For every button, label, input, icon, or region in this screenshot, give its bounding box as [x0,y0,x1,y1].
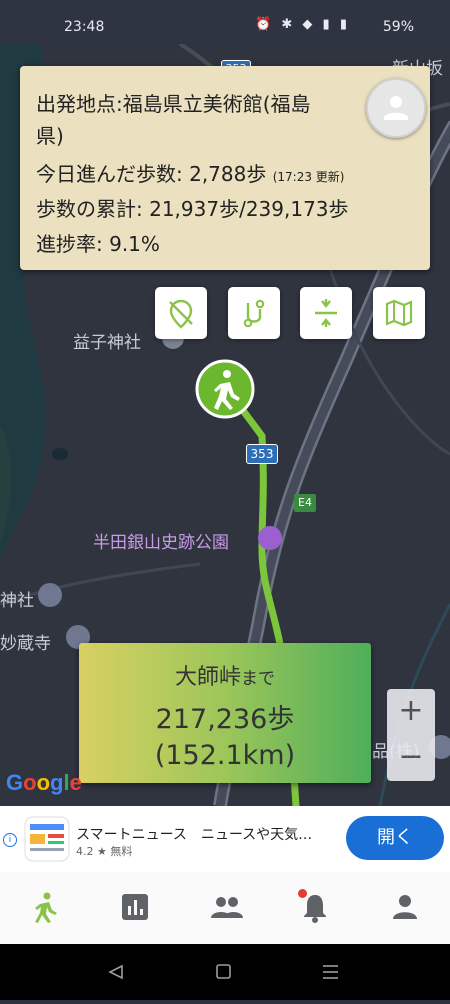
map-label-myozoji: 妙蔵寺 [0,634,51,654]
today-steps: 今日進んだ歩数: 2,788歩 (17:23 更新) [36,162,345,186]
ad-open-button[interactable]: 開く [346,816,444,860]
nav-friends[interactable] [195,872,255,944]
route-button[interactable] [228,287,280,339]
destination-card: 大師峠まで 217,236歩 (152.1km) [79,643,371,783]
progress-rate: 進捗率: 9.1% [36,232,160,256]
smartnews-app-icon [24,816,70,862]
total-steps: 歩数の累計: 21,937歩/239,173歩 [36,197,349,221]
person-icon [384,96,408,120]
map-label-handa-park: 半田銀山史跡公園 [93,533,229,553]
location-off-icon [169,299,193,329]
remaining-distance: (152.1km) [154,740,296,771]
hide-location-button[interactable] [155,287,207,339]
nav-stats[interactable] [105,872,165,944]
destination-name: 大師峠まで [174,665,275,690]
home-icon [216,964,231,979]
zoom-in-button[interactable]: + [387,689,435,735]
battery-level: 59% [382,19,414,35]
e4-shield: E4 [294,494,316,512]
status-time: 23:48 [64,19,105,35]
ad-info-icon[interactable]: i [3,833,17,847]
system-navigation-bar [0,944,450,1000]
ad-title: スマートニュース ニュースや天気… [76,827,313,843]
nav-walk[interactable] [15,872,75,944]
map-label-mashiko-shrine: 益子神社 [73,333,141,353]
origin-label: 出発地点:福島県立美術館(福島 [36,92,311,116]
nav-profile[interactable] [375,872,435,944]
updated-time: (17:23 更新) [272,170,345,184]
back-icon [108,964,123,980]
ad-rating: 4.2 ★ 無料 [76,845,133,858]
map-icon [385,299,413,327]
route-353-shield-b: 353 [246,444,278,464]
route-icon [243,299,265,328]
recents-icon [323,965,338,979]
google-logo: Google [6,770,82,795]
group-icon [211,897,243,918]
status-bar: 23:48 ⏰ ✱ ◆ ▮ ▮ 59% [0,0,450,44]
bottom-navigation [0,872,450,944]
notification-badge [298,889,307,898]
zoom-out-button[interactable]: − [387,735,435,781]
user-avatar-button[interactable] [366,78,426,138]
status-icons: ⏰ ✱ ◆ ▮ ▮ [255,17,350,32]
vertical-align-center-icon [315,299,337,327]
nav-notifications[interactable] [285,872,345,944]
person-icon [393,895,417,919]
bar-chart-icon [122,894,148,920]
map-type-button[interactable] [373,287,425,339]
compress-view-button[interactable] [300,287,352,339]
walking-icon [35,892,57,923]
origin-label-cont: 県) [36,124,64,148]
map-label-jinja: 神社 [0,591,34,611]
remaining-steps: 217,236歩 [155,704,295,735]
zoom-controls: + − [387,689,435,781]
